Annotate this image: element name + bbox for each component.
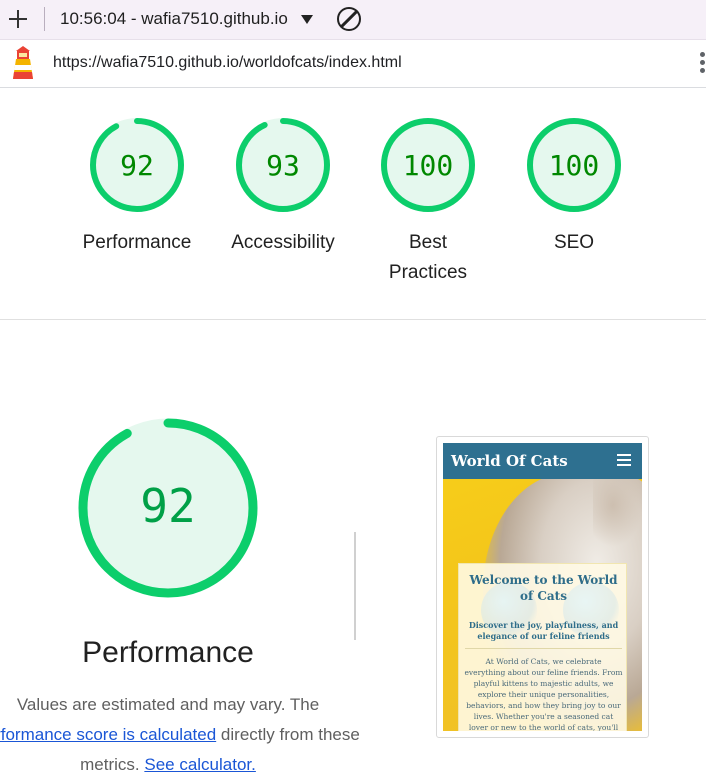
gauge-label-line: SEO xyxy=(553,232,595,253)
welcome-heading: Welcome to the World of Cats xyxy=(469,573,618,603)
vertical-divider xyxy=(354,532,356,640)
site-navbar: World Of Cats xyxy=(443,443,642,479)
gauge-label-line: Performance xyxy=(82,232,192,253)
report-url: https://wafia7510.github.io/worldofcats/… xyxy=(53,54,402,71)
gauge-best-practices[interactable]: 100 Best Practices xyxy=(368,116,488,288)
report-selector-label[interactable]: 10:56:04 - wafia7510.github.io xyxy=(60,9,288,29)
plus-icon[interactable] xyxy=(6,7,30,31)
performance-gauge-large: 92 xyxy=(78,418,258,598)
gauge-label-line: Accessibility xyxy=(231,232,335,253)
score-calculated-link[interactable]: performance score is calculated xyxy=(0,725,216,744)
kebab-menu-icon[interactable] xyxy=(700,52,706,76)
gauge-performance[interactable]: 92 Performance xyxy=(77,116,197,258)
gauge-ring-seo: 100 xyxy=(527,118,621,212)
cat-ear xyxy=(593,477,642,547)
gauge-label-line: Best xyxy=(408,232,448,253)
gauge-score: 93 xyxy=(266,149,300,182)
welcome-card: Welcome to the World of Cats Discover th… xyxy=(458,563,627,731)
see-calculator-link[interactable]: See calculator. xyxy=(144,755,256,774)
welcome-subheading: Discover the joy, playfulness, and elega… xyxy=(468,620,619,641)
caret-down-icon[interactable] xyxy=(301,15,313,24)
gauge-label: Accessibility xyxy=(223,228,343,258)
gauge-accessibility[interactable]: 93 Accessibility xyxy=(223,116,343,258)
gauge-score: 100 xyxy=(549,149,600,182)
site-brand: World Of Cats xyxy=(451,452,568,470)
gauge-label-line: Practices xyxy=(388,262,468,283)
devtools-toolbar: 10:56:04 - wafia7510.github.io xyxy=(0,0,706,40)
score-gauges: 92 Performance 93 Accessibility 100 Best Pract… xyxy=(0,88,706,320)
gauge-score: 100 xyxy=(403,149,454,182)
description-text: Values are estimated and may vary. The xyxy=(16,695,320,714)
gauge-ring-accessibility: 93 xyxy=(236,118,330,212)
toolbar-separator xyxy=(44,7,45,31)
gauge-score: 92 xyxy=(120,149,154,182)
lighthouse-icon xyxy=(13,46,33,79)
performance-score-large: 92 xyxy=(140,479,195,533)
performance-description: Values are estimated and may vary. The p… xyxy=(0,690,376,774)
welcome-body: At World of Cats, we celebrate everythin… xyxy=(464,657,623,731)
card-divider xyxy=(465,648,622,649)
hamburger-icon xyxy=(617,454,631,467)
block-icon[interactable] xyxy=(337,7,361,31)
gauge-label: Performance xyxy=(77,228,197,258)
gauge-ring-performance: 92 xyxy=(90,118,184,212)
performance-title: Performance xyxy=(82,636,254,669)
gauge-seo[interactable]: 100 SEO xyxy=(514,116,634,258)
gauge-label: SEO xyxy=(514,228,634,258)
gauge-label: Best Practices xyxy=(368,228,488,288)
final-screenshot[interactable]: World Of Cats Welcome to the World of Ca… xyxy=(443,443,642,731)
gauge-ring-best-practices: 100 xyxy=(381,118,475,212)
report-url-bar: https://wafia7510.github.io/worldofcats/… xyxy=(0,40,706,88)
